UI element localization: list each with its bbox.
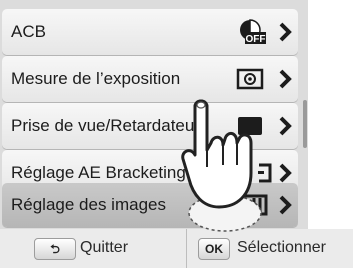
back-arrow-icon: ⮌	[34, 238, 76, 260]
menu-item-label: Réglage des images	[11, 195, 166, 214]
svg-text:OFF: OFF	[246, 34, 266, 45]
menu-item-label: Réglage AE Bracketing	[11, 163, 186, 182]
scrollbar-thumb[interactable]	[303, 100, 307, 148]
quit-button[interactable]: ⮌ Quitter	[0, 229, 187, 268]
menu-item-metering[interactable]: Mesure de l’exposition	[2, 56, 298, 102]
chevron-right-icon	[279, 22, 292, 42]
chevron-right-icon	[279, 163, 292, 183]
quit-label: Quitter	[80, 239, 129, 256]
drive-mode-icon	[238, 117, 262, 135]
camera-menu-screen: ACB OFF Mesure de l’exposition Prise de …	[0, 0, 308, 268]
chevron-right-icon	[279, 195, 292, 215]
chevron-right-icon	[279, 116, 292, 136]
bottom-action-bar: ⮌ Quitter OK Sélectionner	[0, 229, 353, 268]
menu-item-label: ACB	[11, 22, 46, 41]
menu-item-acb[interactable]: ACB OFF	[2, 9, 298, 55]
menu-item-drive-mode[interactable]: Prise de vue/Retardateur	[2, 103, 298, 149]
ok-key-icon: OK	[198, 238, 230, 260]
select-label: Sélectionner	[237, 239, 326, 256]
metering-icon	[236, 68, 264, 90]
menu-item-label: Prise de vue/Retardateur	[11, 116, 200, 135]
menu-item-label: Mesure de l’exposition	[11, 69, 181, 88]
chevron-right-icon	[279, 69, 292, 89]
menu-item-picture-wizard[interactable]: Réglage des images	[2, 183, 298, 227]
select-button[interactable]: OK Sélectionner	[187, 229, 353, 268]
picture-wizard-icon	[244, 194, 268, 216]
acb-off-icon: OFF	[240, 19, 266, 45]
